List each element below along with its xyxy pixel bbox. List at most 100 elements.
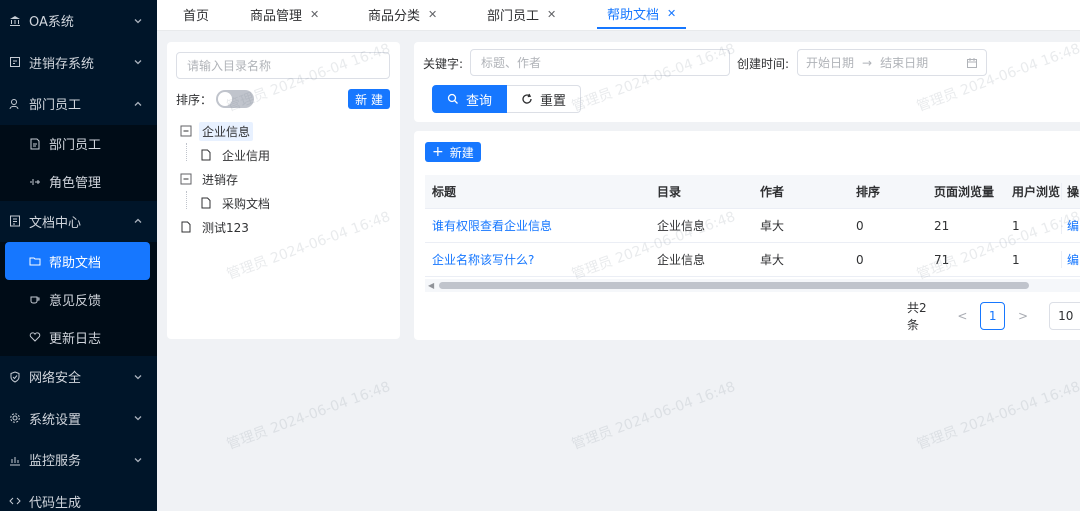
table-cell: 1 xyxy=(1012,218,1020,233)
submenu-dept: 部门员工 角色管理 xyxy=(0,124,157,201)
table-cell: 企业信息 xyxy=(657,219,706,233)
reset-button[interactable]: 重置 xyxy=(507,85,582,113)
filter-panel: 关键字: 创建时间: 开始日期 → 结束日期 查询 重置 xyxy=(414,42,1080,122)
table-panel: + 新建 标题 目录 作者 排序 页面浏览量 用户浏览 操 谁有权限查看企业信息… xyxy=(414,131,1080,340)
reload-icon xyxy=(521,93,533,105)
chevron-up-icon xyxy=(133,216,143,226)
sidebar: OA系统 进销存系统 部门员工 部门员工 角色管理 文档中心 帮助文档 意见反馈… xyxy=(0,0,157,511)
chevron-up-icon xyxy=(133,99,143,109)
chart-icon xyxy=(8,453,22,467)
submenu-docs: 帮助文档 意见反馈 更新日志 xyxy=(0,242,157,356)
doc-title-link[interactable]: 企业名称该写什么? xyxy=(425,251,650,268)
bank-icon xyxy=(8,14,22,28)
sort-toggle[interactable] xyxy=(216,90,255,108)
tree-node-purchase-docs[interactable]: 采购文档 xyxy=(200,191,394,215)
file-icon xyxy=(200,149,212,161)
cup-icon xyxy=(28,292,42,306)
tree-node-label: 企业信用 xyxy=(222,148,271,163)
tree-children: 采购文档 xyxy=(180,191,394,215)
scrollbar-thumb[interactable] xyxy=(439,282,1029,289)
total-count: 共2条 xyxy=(907,301,927,332)
menu-label: 帮助文档 xyxy=(49,255,102,271)
menu-codegen[interactable]: 代码生成 xyxy=(0,481,157,511)
menu-help-docs[interactable]: 帮助文档 xyxy=(5,242,150,280)
table-cell: 21 xyxy=(934,218,950,233)
menu-security[interactable]: 网络安全 xyxy=(0,356,157,398)
store-icon xyxy=(8,55,22,69)
close-icon[interactable]: ✕ xyxy=(428,8,437,21)
edit-link[interactable]: 编 xyxy=(1061,251,1080,268)
close-icon[interactable]: ✕ xyxy=(667,7,676,20)
tab-products[interactable]: 商品管理 ✕ xyxy=(250,0,319,29)
watermark: 管理员 2024-06-04 16:48 xyxy=(569,378,738,453)
table-cell: 0 xyxy=(856,252,864,267)
menu-label: 网络安全 xyxy=(29,371,82,387)
close-icon[interactable]: ✕ xyxy=(310,8,319,21)
minus-square-icon[interactable] xyxy=(180,173,192,185)
menu-settings[interactable]: 系统设置 xyxy=(0,398,157,440)
tab-dept-staff[interactable]: 部门员工 ✕ xyxy=(487,0,556,29)
page-size-select[interactable]: 10 xyxy=(1049,302,1080,330)
chevron-down-icon xyxy=(133,57,143,67)
search-button[interactable]: 查询 xyxy=(432,85,508,113)
watermark: 管理员 2024-06-04 16:48 xyxy=(914,378,1080,453)
plus-icon: + xyxy=(432,144,444,160)
column-header: 标题 xyxy=(432,185,457,199)
menu-label: 监控服务 xyxy=(29,454,82,470)
menu-label: 部门员工 xyxy=(49,138,102,153)
menu-dept[interactable]: 部门员工 xyxy=(0,83,157,125)
table-row: 谁有权限查看企业信息 企业信息 卓大 0 21 1 编 xyxy=(425,209,1080,243)
tab-help-docs[interactable]: 帮助文档 ✕ xyxy=(597,0,687,29)
tree-node-company-credit[interactable]: 企业信用 xyxy=(200,143,394,167)
menu-oa[interactable]: OA系统 xyxy=(0,0,157,42)
menu-label: 角色管理 xyxy=(49,176,102,191)
tree-node-test123[interactable]: 测试123 xyxy=(180,215,394,239)
tab-home[interactable]: 首页 xyxy=(183,0,209,29)
menu-changelog[interactable]: 更新日志 xyxy=(0,318,157,356)
search-icon xyxy=(447,93,459,105)
file-icon xyxy=(180,221,192,233)
scroll-left-icon[interactable]: ◀ xyxy=(428,281,434,290)
catalog-tree: 企业信息 企业信用 进销存 采购文档 测试123 xyxy=(180,119,394,239)
new-catalog-button[interactable]: 新 建 xyxy=(348,89,390,109)
menu-inventory[interactable]: 进销存系统 xyxy=(0,42,157,84)
close-icon[interactable]: ✕ xyxy=(547,8,556,21)
tab-bar: 首页 商品管理 ✕ 商品分类 ✕ 部门员工 ✕ 帮助文档 ✕ xyxy=(157,0,1080,31)
next-page-button[interactable]: > xyxy=(1011,302,1035,330)
new-doc-button[interactable]: + 新建 xyxy=(425,142,481,162)
menu-label: 更新日志 xyxy=(49,331,102,347)
menu-dept-staff[interactable]: 部门员工 xyxy=(0,125,157,163)
horizontal-scrollbar[interactable]: ◀ xyxy=(425,279,1080,292)
column-header: 目录 xyxy=(657,185,682,199)
minus-square-icon[interactable] xyxy=(180,125,192,137)
range-arrow: → xyxy=(862,55,873,70)
calendar-icon xyxy=(966,57,978,69)
tree-node-company-info[interactable]: 企业信息 xyxy=(180,119,394,143)
keyword-input[interactable] xyxy=(470,49,730,76)
menu-docs[interactable]: 文档中心 xyxy=(0,201,157,243)
table-cell: 卓大 xyxy=(760,219,785,233)
table-cell: 卓大 xyxy=(760,253,785,267)
menu-label: 进销存系统 xyxy=(29,56,95,72)
edit-link[interactable]: 编 xyxy=(1061,217,1080,234)
tab-label: 帮助文档 xyxy=(607,8,660,23)
catalog-panel: 排序： 新 建 企业信息 企业信用 进销存 采购文档 测试123 xyxy=(167,42,400,339)
page-number-1[interactable]: 1 xyxy=(980,302,1005,330)
tree-node-label: 采购文档 xyxy=(222,196,271,211)
prev-page-button[interactable]: < xyxy=(950,302,974,330)
column-header: 用户浏览 xyxy=(1012,185,1061,199)
menu-role[interactable]: 角色管理 xyxy=(0,163,157,201)
chevron-down-icon xyxy=(133,413,143,423)
table-cell: 0 xyxy=(856,218,864,233)
menu-feedback[interactable]: 意见反馈 xyxy=(0,280,157,318)
tab-categories[interactable]: 商品分类 ✕ xyxy=(368,0,437,29)
tree-node-inventory[interactable]: 进销存 xyxy=(180,167,394,191)
catalog-search-input[interactable] xyxy=(176,52,390,79)
doc-title-link[interactable]: 谁有权限查看企业信息 xyxy=(425,217,650,234)
date-range-picker[interactable]: 开始日期 → 结束日期 xyxy=(797,49,987,76)
tree-node-label: 测试123 xyxy=(202,220,249,235)
menu-label: 系统设置 xyxy=(29,412,82,428)
start-date-placeholder: 开始日期 xyxy=(806,56,855,70)
menu-monitor[interactable]: 监控服务 xyxy=(0,439,157,481)
search-button-label: 查询 xyxy=(466,93,493,109)
